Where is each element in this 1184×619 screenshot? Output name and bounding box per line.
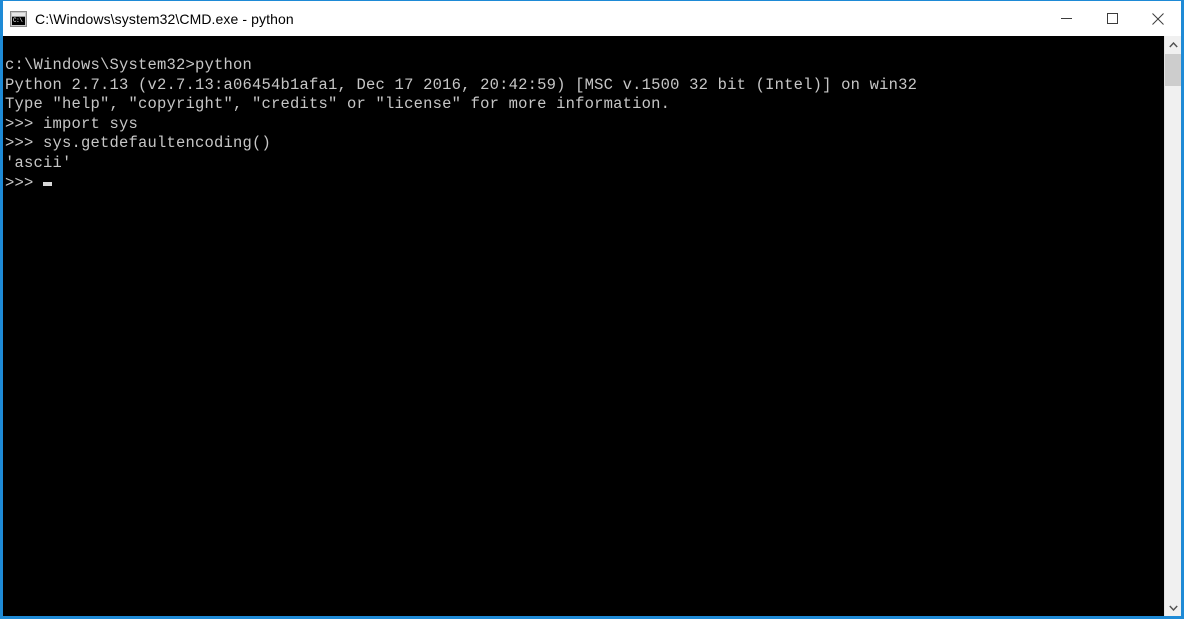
scrollbar-track[interactable] bbox=[1165, 86, 1181, 599]
scroll-up-button[interactable] bbox=[1165, 36, 1181, 53]
icon-screen-glyph: C:\ bbox=[12, 16, 25, 25]
chevron-down-icon bbox=[1168, 605, 1178, 611]
maximize-icon bbox=[1106, 13, 1118, 24]
window-controls bbox=[1043, 1, 1181, 36]
close-icon bbox=[1152, 12, 1164, 25]
title-bar[interactable]: C:\ C:\Windows\system32\CMD.exe - python bbox=[3, 1, 1181, 36]
console-text: c:\Windows\System32>python Python 2.7.13… bbox=[5, 56, 1161, 193]
minimize-icon bbox=[1060, 18, 1072, 19]
console-output-area[interactable]: c:\Windows\System32>python Python 2.7.13… bbox=[3, 36, 1181, 616]
window-title: C:\Windows\system32\CMD.exe - python bbox=[35, 10, 294, 27]
cmd-window: C:\ C:\Windows\system32\CMD.exe - python bbox=[0, 0, 1184, 619]
chevron-up-icon bbox=[1168, 41, 1178, 47]
scroll-down-button[interactable] bbox=[1165, 599, 1181, 616]
scrollbar-thumb[interactable] bbox=[1165, 54, 1181, 86]
maximize-button[interactable] bbox=[1089, 1, 1135, 36]
console-scrollbar[interactable] bbox=[1164, 36, 1181, 616]
cmd-console-icon[interactable]: C:\ bbox=[10, 10, 27, 27]
minimize-button[interactable] bbox=[1043, 1, 1089, 36]
console-lines: c:\Windows\System32>python Python 2.7.13… bbox=[5, 56, 918, 192]
close-button[interactable] bbox=[1135, 1, 1181, 36]
text-cursor bbox=[43, 181, 53, 186]
